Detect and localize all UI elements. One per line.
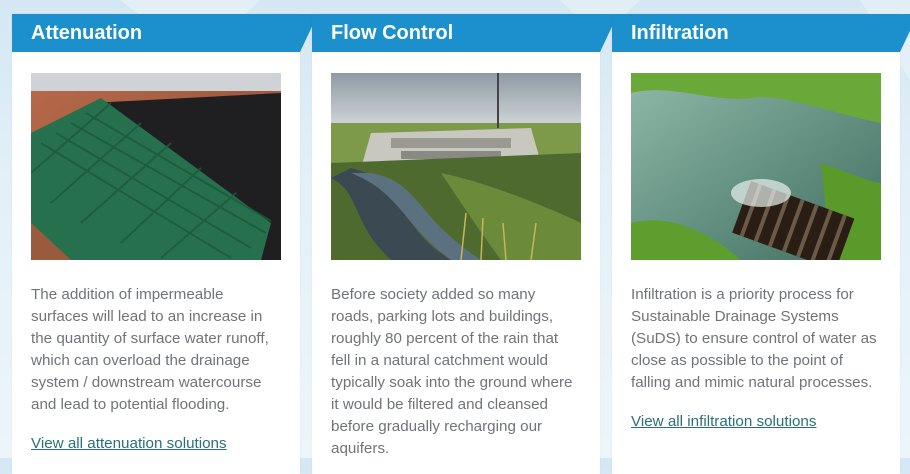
- view-infiltration-link[interactable]: View all infiltration solutions: [631, 411, 816, 433]
- flow-control-photo: [331, 73, 581, 260]
- card-title: Infiltration: [631, 22, 729, 44]
- header-fold: [900, 14, 910, 52]
- flow-control-card: Flow Control Before society added so man…: [312, 14, 618, 474]
- card-description: Infiltration is a priority process for S…: [631, 286, 877, 391]
- card-header: Flow Control: [312, 14, 618, 52]
- card-header: Attenuation: [12, 14, 318, 52]
- card-title: Flow Control: [331, 22, 454, 44]
- infiltration-photo: [631, 73, 881, 260]
- card-description: The addition of impermeable surfaces wil…: [31, 286, 269, 413]
- card-title: Attenuation: [31, 22, 143, 44]
- card-description: Before society added so many roads, park…: [331, 286, 573, 457]
- card-header: Infiltration: [612, 14, 910, 52]
- view-attenuation-link[interactable]: View all attenuation solutions: [31, 433, 227, 455]
- infiltration-card: Infiltration Infiltration is a priority …: [612, 14, 910, 474]
- attenuation-card: Attenuation The addition of impermeable …: [12, 14, 318, 474]
- attenuation-photo: [31, 73, 281, 260]
